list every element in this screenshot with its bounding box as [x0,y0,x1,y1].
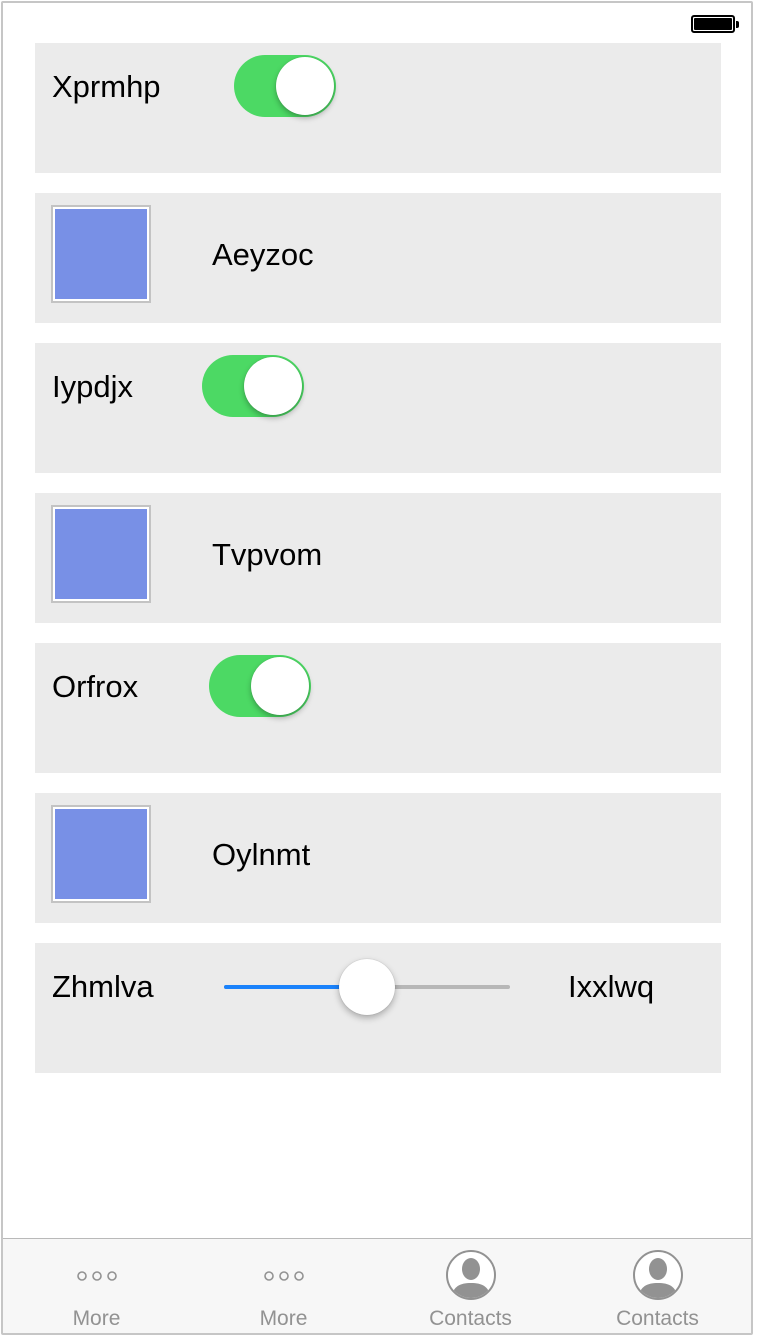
device-frame: Xprmhp Aeyzoc Iypdjx Tvpvom Orfrox Oylnm… [1,1,753,1335]
row-label: Xprmhp [52,69,161,104]
tab-label: Contacts [616,1307,699,1330]
swatch-fill [55,509,147,599]
list-item-tvpvom[interactable]: Tvpvom [35,493,721,623]
slider-max-label: Ixxlwq [568,969,655,1004]
toggle-knob [276,57,334,115]
list-item-oylnmt[interactable]: Oylnmt [35,793,721,923]
tab-label: Contacts [429,1307,512,1330]
row-label: Orfrox [52,669,139,704]
slider[interactable] [224,955,510,1019]
row-label: Iypdjx [52,369,133,404]
slider-thumb[interactable] [339,959,395,1015]
toggle-switch[interactable] [202,355,304,417]
tab-label: More [259,1307,308,1330]
status-bar [3,3,751,43]
row-title: Aeyzoc [212,237,314,272]
tab-bar: More More Contacts Contacts [3,1238,751,1333]
battery-full-icon [691,15,739,33]
list-item-aeyzoc[interactable]: Aeyzoc [35,193,721,323]
toggle-knob [251,657,309,715]
tab-label: More [72,1307,121,1330]
toggle-switch[interactable] [234,55,336,117]
toggle-switch[interactable] [209,655,311,717]
contacts-icon [445,1250,496,1300]
row-title: Oylnmt [212,837,311,872]
row-title: Tvpvom [212,537,323,572]
tab-contacts[interactable]: Contacts [564,1239,751,1333]
setting-row-orfrox: Orfrox [35,643,721,773]
tab-more[interactable]: More [3,1239,190,1333]
more-icon [76,1271,117,1281]
setting-row-iypdjx: Iypdjx [35,343,721,473]
swatch-fill [55,209,147,299]
tab-contacts[interactable]: Contacts [377,1239,564,1333]
swatch-fill [55,809,147,899]
contacts-icon [632,1250,683,1300]
color-swatch-thumbnail [51,805,151,903]
color-swatch-thumbnail [51,505,151,603]
toggle-knob [244,357,302,415]
setting-row-xprmhp: Xprmhp [35,43,721,173]
tab-more[interactable]: More [190,1239,377,1333]
more-icon [263,1271,304,1281]
slider-row: Zhmlva Ixxlwq [35,943,721,1073]
color-swatch-thumbnail [51,205,151,303]
slider-min-label: Zhmlva [52,969,154,1004]
